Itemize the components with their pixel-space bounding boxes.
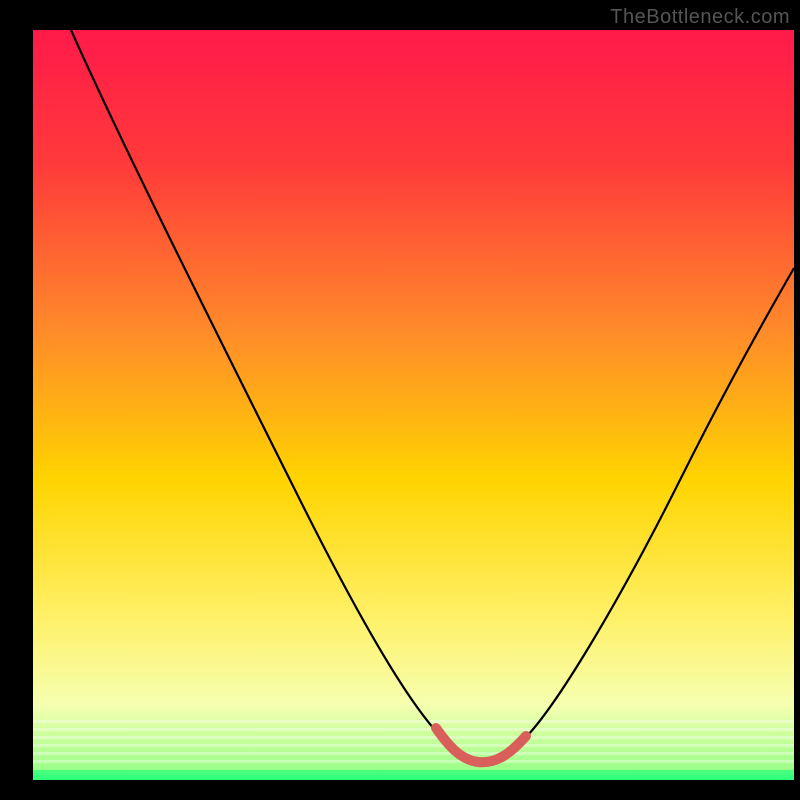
bottleneck-plot xyxy=(0,0,800,800)
watermark-text: TheBottleneck.com xyxy=(610,6,790,29)
chart-frame: TheBottleneck.com xyxy=(0,0,800,800)
plot-background xyxy=(33,30,794,780)
bottom-bands-green xyxy=(33,770,794,780)
